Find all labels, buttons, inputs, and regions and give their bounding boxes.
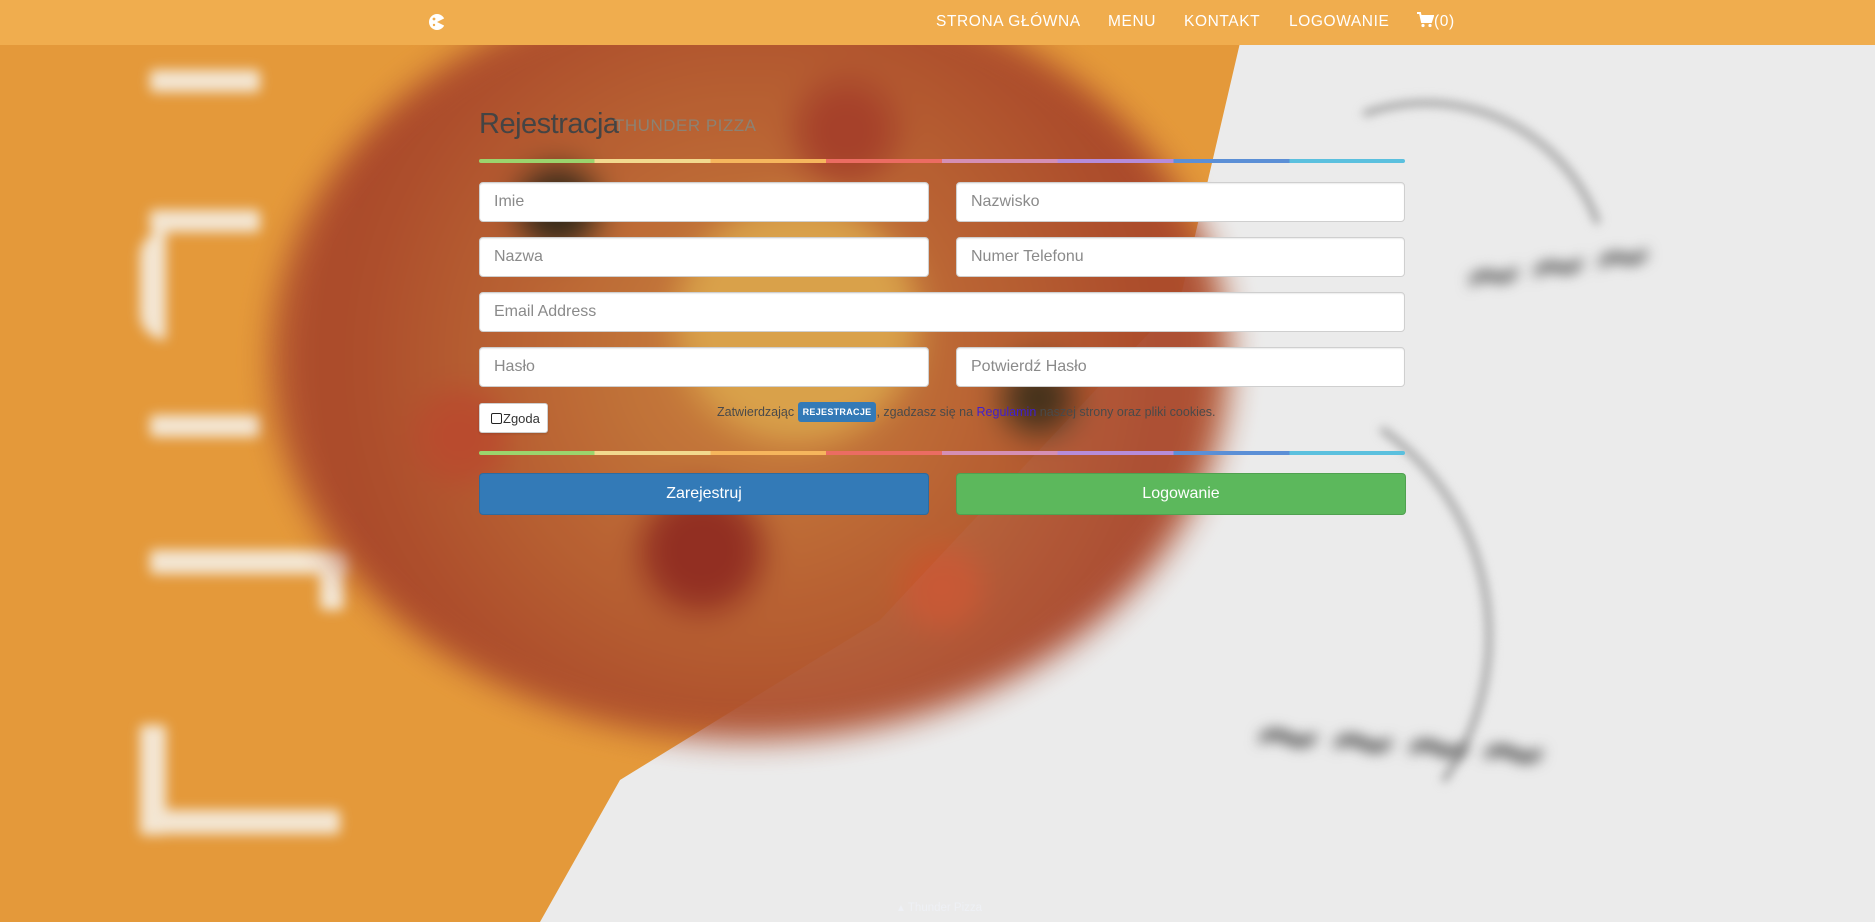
register-button[interactable]: Zarejestruj: [479, 473, 929, 515]
rainbow-divider-bottom: [479, 451, 1405, 455]
last-name-input[interactable]: [956, 182, 1405, 222]
nav-menu-link[interactable]: MENU: [1108, 12, 1156, 32]
password-confirm-input[interactable]: [956, 347, 1405, 387]
nav-home-link[interactable]: STRONA GŁÓWNA: [936, 12, 1081, 32]
cart-count: (0): [1434, 13, 1455, 30]
email-input[interactable]: [479, 292, 1405, 332]
login-button[interactable]: Logowanie: [956, 473, 1406, 515]
footer-text[interactable]: Thunder Pizza: [908, 902, 982, 914]
nav-login-link[interactable]: LOGOWANIE: [1289, 12, 1389, 32]
form-header: Rejestracja THUNDER PIZZA: [479, 100, 1405, 148]
phone-input[interactable]: [956, 237, 1405, 277]
password-input[interactable]: [479, 347, 929, 387]
nav-cart-link[interactable]: (0): [1417, 12, 1455, 34]
consent-text-before: Zatwierdzając: [717, 405, 795, 419]
footer: ▲ Thunder Pizza: [896, 902, 982, 914]
terms-link[interactable]: Regulamin: [977, 405, 1037, 419]
consent-checkbox-label[interactable]: Zgoda: [479, 403, 548, 433]
consent-text-after: naszej strony oraz pliki cookies.: [1039, 405, 1216, 419]
page-title: Rejestracja: [479, 108, 619, 140]
first-name-input[interactable]: [479, 182, 929, 222]
consent-checkbox[interactable]: [491, 412, 502, 424]
consent-label: Zgoda: [503, 410, 540, 426]
registration-form: Rejestracja THUNDER PIZZA Zgoda Zatwierd…: [479, 100, 1406, 515]
username-input[interactable]: [479, 237, 929, 277]
nav-contact-link[interactable]: KONTAKT: [1184, 12, 1260, 32]
rainbow-divider-top: [479, 159, 1405, 163]
chevron-up-icon: ▲: [896, 903, 906, 914]
consent-text: Zatwierdzając REJESTRACJE, zgadzasz się …: [717, 402, 1216, 422]
nav-links: STRONA GŁÓWNA MENU KONTAKT LOGOWANIE (0): [0, 0, 1875, 45]
page-subtitle: THUNDER PIZZA: [614, 116, 757, 135]
register-badge: REJESTRACJE: [797, 402, 877, 422]
background-script-bottom: ~~~~: [1246, 679, 1555, 807]
navbar: STRONA GŁÓWNA MENU KONTAKT LOGOWANIE (0): [0, 0, 1875, 45]
cart-icon: [1417, 12, 1435, 34]
consent-text-middle: , zgadzasz się na: [876, 405, 974, 419]
